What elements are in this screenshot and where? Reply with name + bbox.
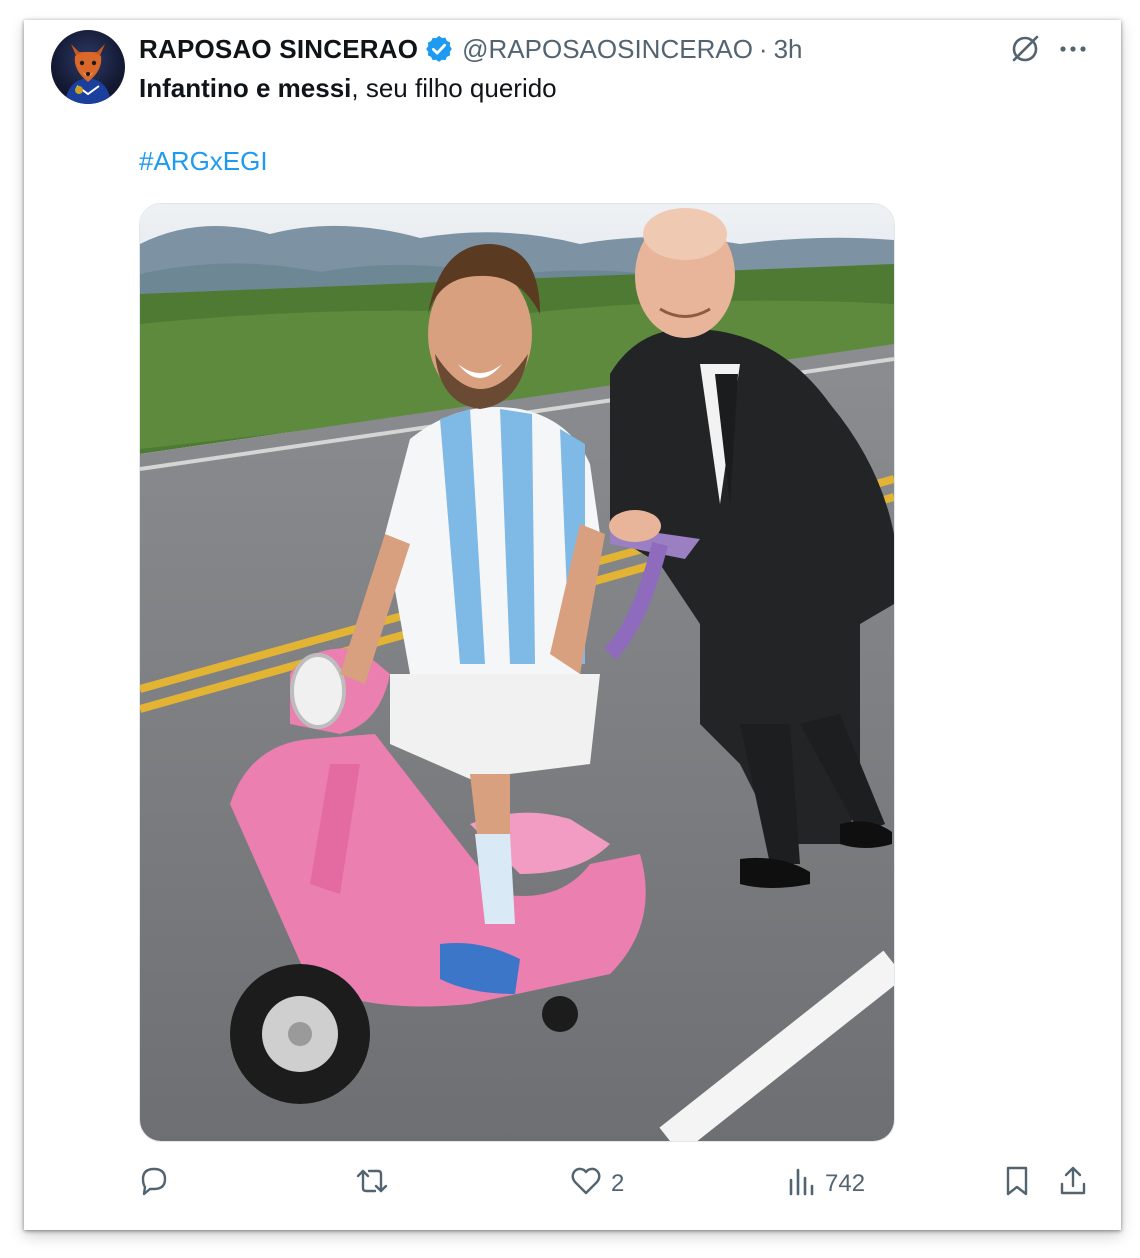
share-button[interactable] xyxy=(1057,1164,1089,1203)
tweet-action-bar: 2 742 xyxy=(24,1160,1121,1204)
retweet-button[interactable] xyxy=(354,1164,398,1203)
bookmark-icon xyxy=(1001,1164,1033,1203)
like-count: 2 xyxy=(611,1169,625,1197)
author-handle[interactable]: @RAPOSAOSINCERAO xyxy=(462,34,753,64)
like-icon xyxy=(569,1164,603,1203)
tweet-media-image[interactable] xyxy=(139,203,895,1142)
like-button[interactable]: 2 xyxy=(569,1164,624,1203)
avatar-fox-image xyxy=(65,44,111,104)
views-button[interactable]: 742 xyxy=(787,1164,865,1203)
reply-icon xyxy=(137,1164,171,1203)
verified-badge-icon xyxy=(424,34,454,64)
views-icon xyxy=(787,1164,817,1203)
tweet-text: Infantino e messi, seu filho querido xyxy=(139,73,557,103)
avatar[interactable] xyxy=(51,30,125,104)
tweet-text-rest: , seu filho querido xyxy=(351,73,557,103)
author-name[interactable]: RAPOSAO SINCERAO xyxy=(139,34,418,64)
tweet-text-bold: Infantino e messi xyxy=(139,73,352,103)
bookmark-button[interactable] xyxy=(1001,1164,1033,1203)
reply-button[interactable] xyxy=(137,1164,179,1203)
meme-illustration xyxy=(140,204,894,1141)
views-count: 742 xyxy=(825,1169,866,1197)
grok-icon[interactable] xyxy=(1008,32,1042,71)
tweet-timestamp[interactable]: 3h xyxy=(774,34,803,64)
tweet-header: RAPOSAO SINCERAO @RAPOSAOSINCERAO · 3h xyxy=(139,34,803,64)
more-icon[interactable] xyxy=(1058,34,1088,69)
hashtag-link[interactable]: #ARGxEGI xyxy=(139,146,268,176)
share-icon xyxy=(1057,1164,1089,1203)
retweet-icon xyxy=(354,1164,390,1203)
tweet-card[interactable]: RAPOSAO SINCERAO @RAPOSAOSINCERAO · 3h I… xyxy=(24,20,1121,1230)
header-separator: · xyxy=(758,34,768,64)
